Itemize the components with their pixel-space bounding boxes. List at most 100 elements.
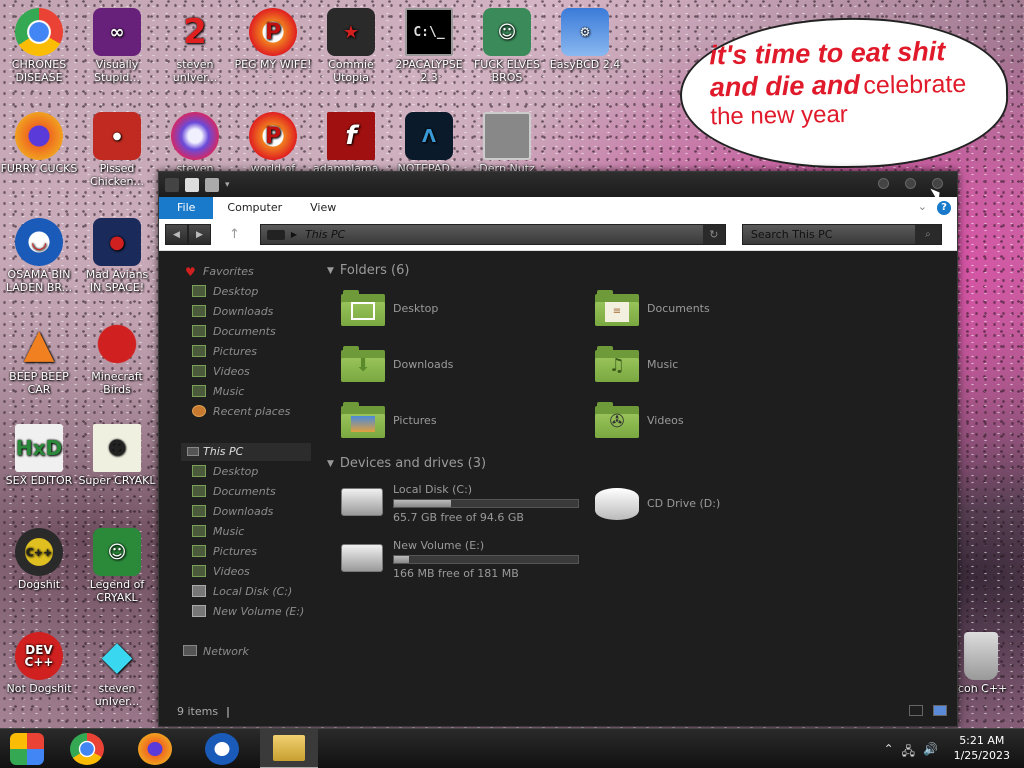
explorer-taskbar-button[interactable]: [260, 729, 318, 768]
nav-fav-documents[interactable]: Documents: [192, 325, 276, 339]
minimize-button[interactable]: [878, 178, 889, 189]
nav-this-pc[interactable]: This PC: [203, 445, 243, 458]
downloads-folder-icon: [192, 305, 206, 317]
details-view-icon[interactable]: [909, 705, 923, 716]
desktop-icon-label: Super CRYAKL: [78, 474, 156, 487]
firefox-taskbar-icon[interactable]: [138, 733, 172, 765]
large-icons-view-icon[interactable]: [933, 705, 947, 716]
desktop-icon-mad-avians[interactable]: ● Mad Avians IN SPACE!: [78, 218, 156, 294]
address-bar[interactable]: ▶ This PC ↻: [259, 224, 726, 245]
show-hidden-icons-icon[interactable]: ⌃: [884, 742, 894, 763]
desktop-icon-chrones[interactable]: CHRONES DISEASE: [0, 8, 78, 84]
desktop-icon-visual-studio[interactable]: ∞ Visually Stupid...: [78, 8, 156, 84]
nav-favorites[interactable]: Favorites: [203, 265, 254, 278]
nav-pc-downloads[interactable]: Downloads: [192, 505, 273, 519]
start-button[interactable]: [10, 733, 44, 765]
refresh-icon[interactable]: ↻: [702, 225, 725, 244]
collapse-icon[interactable]: ▼: [327, 266, 334, 276]
drive-c[interactable]: Local Disk (C:) 65.7 GB free of 94.6 GB: [341, 482, 579, 525]
folder-pictures[interactable]: Pictures: [341, 398, 437, 442]
expand-ribbon-icon[interactable]: ⌄: [918, 200, 927, 213]
desktop-icon-diamond[interactable]: ◆ steven unIver...: [78, 632, 156, 709]
back-button[interactable]: ◀: [165, 224, 188, 245]
desktop-icon-flash[interactable]: f adamplama...: [312, 112, 390, 175]
legend-cryakl-icon: ☺: [93, 528, 141, 576]
desktop-icon-easybcd[interactable]: ⚙ EasyBCD 2.4: [546, 8, 624, 71]
desktop-icon-hxd[interactable]: HxD SEX EDITOR: [0, 424, 78, 487]
forward-button[interactable]: ▶: [188, 224, 211, 245]
drives-group-header[interactable]: ▼ Devices and drives (3): [327, 456, 486, 471]
collapse-icon[interactable]: ▼: [327, 459, 334, 469]
desktop-icon-osama[interactable]: ◡ OSAMA BIN LADEN BR...: [0, 218, 78, 294]
system-tray: ⌃ 🖧 🔊: [884, 742, 938, 763]
help-icon[interactable]: ?: [937, 201, 951, 215]
tab-view[interactable]: View: [296, 197, 350, 219]
nav-fav-recent-places[interactable]: Recent places: [192, 405, 290, 419]
folder-documents[interactable]: ≡ Documents: [595, 286, 710, 330]
folder-videos[interactable]: ✇ Videos: [595, 398, 684, 442]
title-bar[interactable]: ▾: [159, 172, 957, 197]
drive-d[interactable]: CD Drive (D:): [595, 488, 833, 520]
desktop-icon-notepad[interactable]: Λ NOTEPAD...: [390, 112, 468, 175]
nav-pc-new-volume[interactable]: New Volume (E:): [192, 605, 304, 619]
search-input[interactable]: Search This PC ⌕: [741, 224, 942, 245]
window-menu-icon[interactable]: [165, 177, 179, 192]
new-folder-icon[interactable]: [205, 177, 219, 192]
nav-pc-pictures[interactable]: Pictures: [192, 545, 257, 559]
desktop-icon-label: Visually Stupid...: [94, 58, 140, 84]
nav-network[interactable]: Network: [203, 645, 249, 658]
desktop-icon-devcpp[interactable]: DEV C++ Not Dogshit: [0, 632, 78, 695]
up-button[interactable]: ↑: [229, 227, 240, 242]
desktop-icon-super-cryakl[interactable]: ☻ Super CRYAKL: [78, 424, 156, 487]
desktop-icon-dogshit[interactable]: C++ Dogshit: [0, 528, 78, 591]
volume-icon[interactable]: 🔊: [923, 742, 938, 763]
nav-pc-documents[interactable]: Documents: [192, 485, 276, 499]
desktop-icon-elves[interactable]: ☺ FUCK ELVES BROS: [468, 8, 546, 84]
ribbon-tabs: File Computer View ⌄ ?: [159, 197, 957, 219]
maximize-button[interactable]: [905, 178, 916, 189]
nav-fav-music[interactable]: Music: [192, 385, 244, 399]
nav-label: Documents: [213, 485, 276, 498]
tab-file[interactable]: File: [159, 197, 214, 219]
chrome-taskbar-icon[interactable]: [70, 733, 104, 765]
breadcrumb-arrow-icon[interactable]: ▶: [291, 230, 297, 239]
quick-access-dropdown-icon[interactable]: ▾: [225, 180, 230, 190]
nav-fav-downloads[interactable]: Downloads: [192, 305, 273, 319]
tab-computer[interactable]: Computer: [213, 197, 296, 219]
drive-usage-bar: [393, 555, 579, 564]
desktop-icon-legend-cryakl[interactable]: ☺ Legend of CRYAKL: [78, 528, 156, 604]
folder-downloads[interactable]: ⬇ Downloads: [341, 342, 453, 386]
clock[interactable]: 5:21 AM 1/25/2023: [954, 733, 1010, 763]
nav-fav-videos[interactable]: Videos: [192, 365, 250, 379]
search-icon[interactable]: ⌕: [914, 225, 941, 244]
derp-icon: [483, 112, 531, 160]
desktop-icon-minecraft-birds[interactable]: Minecraft Birds: [78, 320, 156, 396]
desktop-icon-derp[interactable]: Derp Nutz: [468, 112, 546, 175]
desktop-icon-steven[interactable]: 2 steven unIver...: [156, 8, 234, 85]
peggle-icon: P: [249, 8, 297, 56]
nav-pc-music[interactable]: Music: [192, 525, 244, 539]
obama-taskbar-icon[interactable]: [205, 733, 239, 765]
nav-pc-desktop[interactable]: Desktop: [192, 465, 258, 479]
nav-pc-videos[interactable]: Videos: [192, 565, 250, 579]
desktop-icon-vlc[interactable]: ▲ BEEP BEEP CAR: [0, 320, 78, 397]
drive-e[interactable]: New Volume (E:) 166 MB free of 181 MB: [341, 538, 579, 581]
folder-desktop[interactable]: Desktop: [341, 286, 438, 330]
desktop-icon-commie[interactable]: ★ Commie Utopia: [312, 8, 390, 84]
downloads-folder-icon: [192, 505, 206, 517]
nav-fav-desktop[interactable]: Desktop: [192, 285, 258, 299]
folder-music[interactable]: ♫ Music: [595, 342, 678, 386]
nav-pc-local-disk[interactable]: Local Disk (C:): [192, 585, 292, 599]
desktop-icon-2pacalypse[interactable]: C:\_ 2PACALYPSE 2.3: [390, 8, 468, 84]
network-tray-icon[interactable]: 🖧: [902, 742, 915, 763]
desktop-icon-firefox[interactable]: FURRY CUCKS: [0, 112, 78, 175]
desktop-icon-label: Not Dogshit: [6, 682, 72, 695]
nav-fav-pictures[interactable]: Pictures: [192, 345, 257, 359]
drive-name: CD Drive (D:): [647, 497, 721, 510]
desktop-icon-pissed-chicken[interactable]: ● Pissed Chicken...: [78, 112, 156, 188]
chrome-icon: [15, 8, 63, 56]
folders-group-header[interactable]: ▼ Folders (6): [327, 263, 409, 278]
desktop-icon-peggle[interactable]: P PEG MY WIFE!: [234, 8, 312, 71]
pictures-folder-icon: [192, 545, 206, 557]
properties-icon[interactable]: [185, 177, 199, 192]
